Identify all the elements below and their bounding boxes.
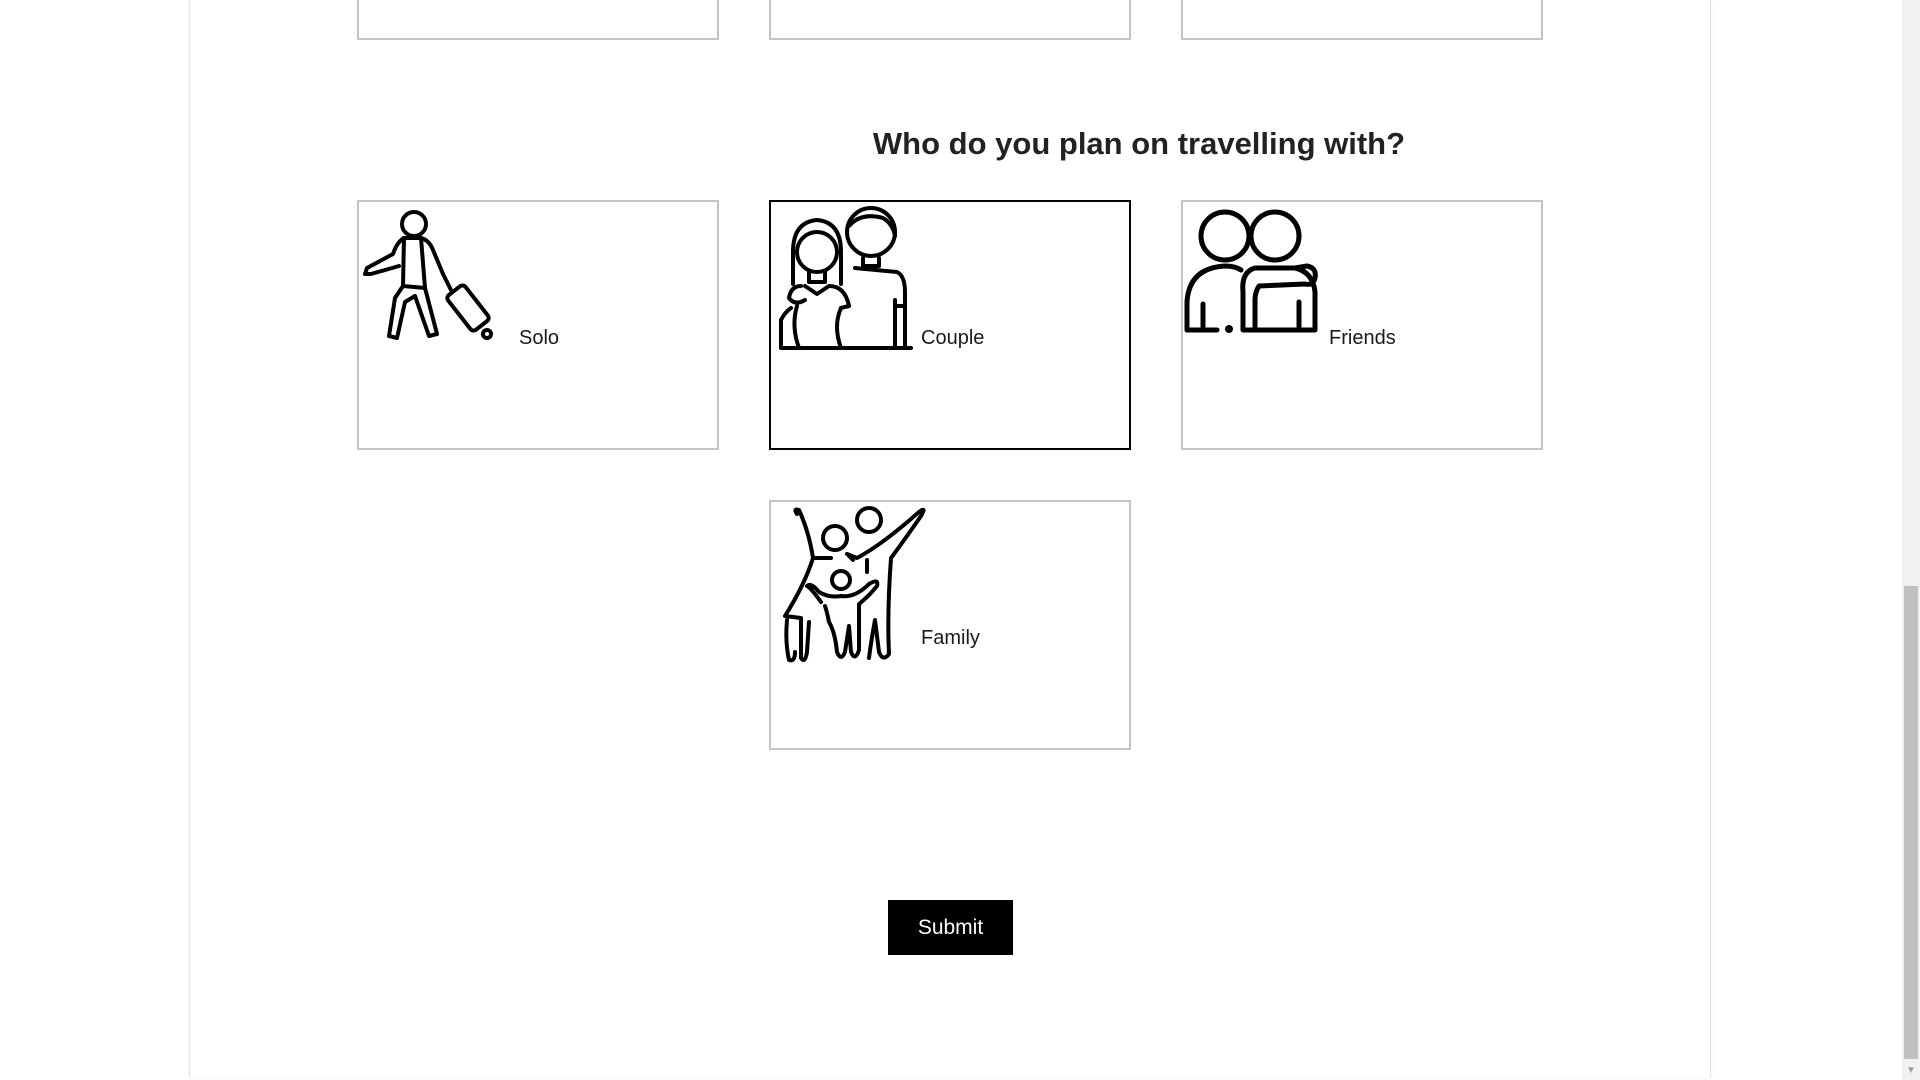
couple-icon — [771, 202, 921, 352]
scroll-down-arrow-icon[interactable]: ▼ — [1902, 1062, 1920, 1080]
page: Who do you plan on travelling with? Solo… — [0, 0, 1920, 1080]
option-label-family: Family — [921, 627, 980, 649]
form-panel: Who do you plan on travelling with? Solo… — [189, 0, 1711, 1078]
option-card-friends[interactable]: Friends — [1181, 200, 1543, 450]
previous-option-card[interactable] — [769, 0, 1131, 40]
option-label-solo: Solo — [519, 327, 560, 349]
option-label-friends: Friends — [1329, 327, 1396, 349]
vertical-scrollbar[interactable]: ▼ — [1902, 0, 1920, 1080]
friends-icon — [1183, 202, 1333, 352]
question-heading: Who do you plan on travelling with? — [872, 126, 1406, 161]
traveller-with-suitcase-icon — [359, 202, 509, 352]
option-card-couple[interactable]: Couple — [769, 200, 1131, 450]
scrollbar-thumb[interactable] — [1904, 586, 1918, 1059]
option-card-solo[interactable]: Solo — [357, 200, 719, 450]
family-icon — [771, 502, 926, 663]
option-label-couple: Couple — [921, 327, 985, 349]
previous-option-card[interactable] — [357, 0, 719, 40]
option-card-family[interactable]: Family — [769, 500, 1131, 750]
previous-option-card[interactable] — [1181, 0, 1543, 40]
submit-button[interactable]: Submit — [888, 900, 1013, 955]
